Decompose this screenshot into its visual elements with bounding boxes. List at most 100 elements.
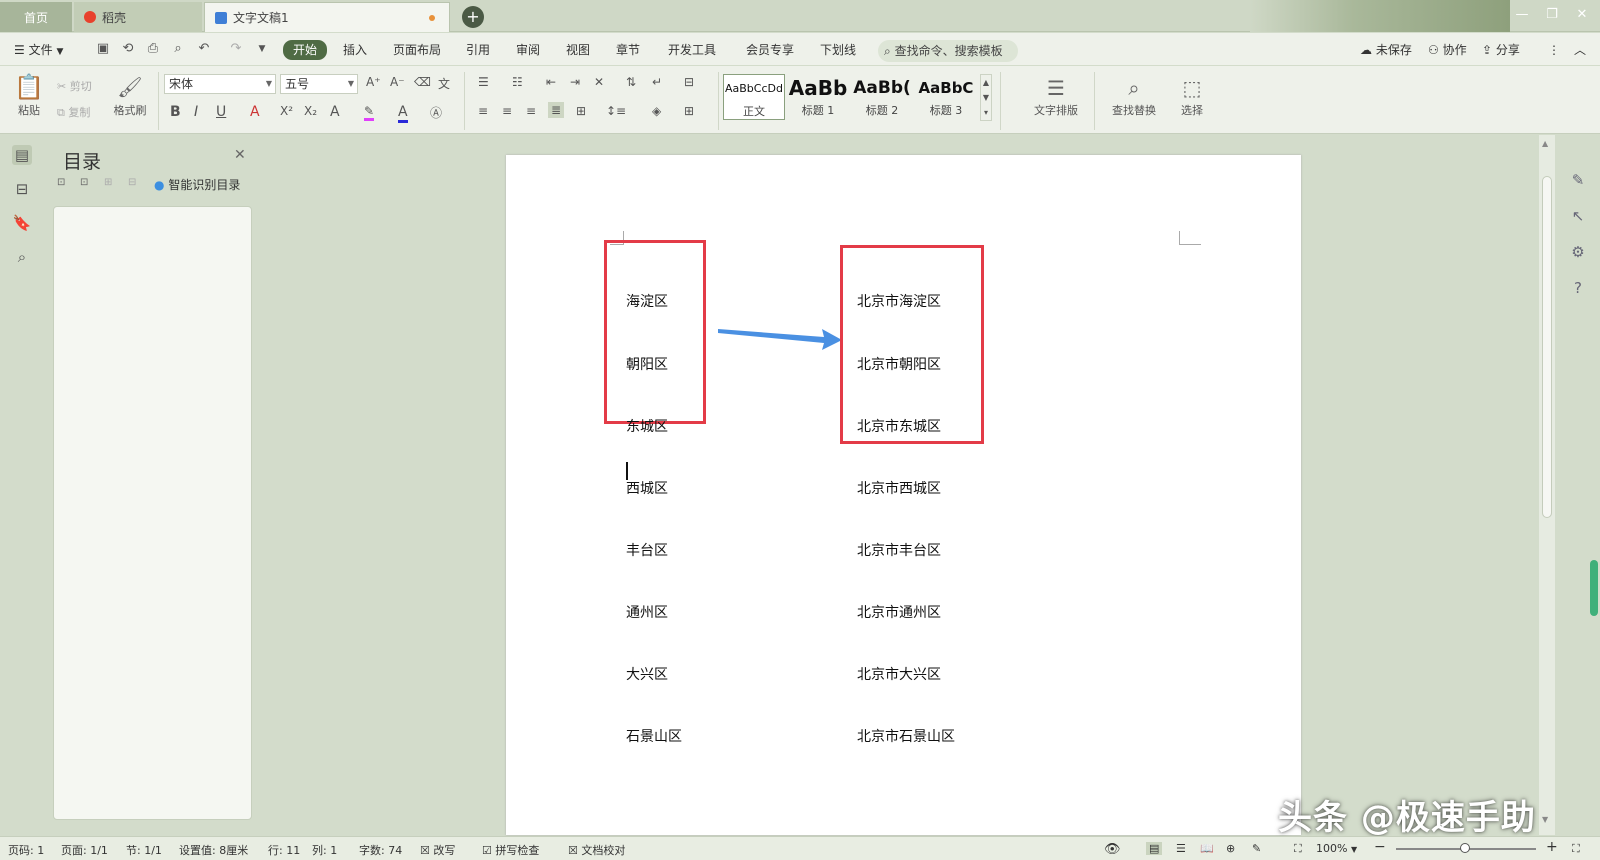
page-view-icon[interactable]: ▤	[1146, 842, 1163, 855]
restore-icon[interactable]: ❐	[1540, 7, 1564, 25]
left-district-list[interactable]: 海淀区 朝阳区 东城区 西城区 丰台区 通州区 大兴区 石景山区	[626, 251, 682, 789]
style-heading-1[interactable]: AaBb 标题 1	[787, 74, 849, 120]
close-icon[interactable]: ✕	[234, 147, 246, 163]
tab-review[interactable]: 审阅	[516, 41, 540, 59]
proofread-button[interactable]: ☒ 文档校对	[568, 842, 625, 858]
tab-insert[interactable]: 插入	[343, 41, 367, 59]
shading-icon[interactable]: ◈	[652, 104, 661, 118]
tab-start[interactable]: 开始	[283, 40, 328, 60]
align-center-icon[interactable]: ≡	[502, 104, 512, 118]
text-effect-icon[interactable]: A	[330, 104, 340, 120]
document-page[interactable]: 海淀区 朝阳区 东城区 西城区 丰台区 通州区 大兴区 石景山区 北京市海淀区 …	[506, 155, 1301, 835]
save-icon[interactable]: ▣	[95, 41, 111, 57]
right-district-list[interactable]: 北京市海淀区 北京市朝阳区 北京市东城区 北京市西城区 北京市丰台区 北京市通州…	[857, 251, 955, 789]
outdent-icon[interactable]: ⇤	[546, 75, 556, 89]
revise-toggle[interactable]: ☒ 改写	[420, 842, 455, 858]
style-heading-3[interactable]: AaBbC 标题 3	[915, 74, 977, 120]
align-left-icon[interactable]: ≡	[478, 104, 488, 118]
chapter-nav-icon[interactable]: ⊟	[12, 179, 32, 199]
find-replace-button[interactable]: ⌕ 查找替换	[1104, 74, 1164, 118]
command-search[interactable]: ⌕ 查找命令、搜索模板	[878, 40, 1018, 62]
collapse-ribbon-icon[interactable]: ︿	[1574, 41, 1586, 59]
status-setting[interactable]: 设置值: 8厘米	[179, 842, 248, 858]
superscript-icon[interactable]: X²	[280, 104, 293, 118]
tab-chapter[interactable]: 章节	[616, 41, 640, 59]
numbered-list-icon[interactable]: ☷	[512, 75, 523, 89]
tab-member[interactable]: 会员专享	[746, 41, 794, 59]
reading-view-icon[interactable]: 📖	[1200, 842, 1214, 855]
tab-daoke[interactable]: 稻壳	[74, 2, 202, 32]
tab-home[interactable]: 首页	[0, 2, 72, 32]
strikethrough-icon[interactable]: A	[250, 104, 260, 120]
pen-icon[interactable]: ✎	[1568, 170, 1588, 190]
bookmark-icon[interactable]: 🔖	[12, 213, 32, 233]
smart-toc-button[interactable]: ● 智能识别目录	[154, 176, 240, 193]
fullscreen-icon[interactable]: ⛶	[1572, 842, 1580, 856]
justify-icon[interactable]: ≣	[548, 102, 565, 118]
borders-icon[interactable]: ⊞	[684, 104, 694, 118]
format-painter-button[interactable]: 🖌 格式刷	[110, 72, 150, 118]
status-row[interactable]: 行: 11	[268, 842, 300, 858]
scroll-down-icon[interactable]: ▼	[1542, 815, 1548, 824]
indent-icon[interactable]: ⇥	[570, 75, 580, 89]
shrink-font-icon[interactable]: A⁻	[390, 75, 405, 89]
pointer-icon[interactable]: ↖	[1568, 206, 1588, 226]
help-icon[interactable]: ?	[1568, 278, 1588, 298]
char-border-icon[interactable]: Ⓐ	[430, 104, 442, 121]
style-normal[interactable]: AaBbCcDd 正文	[723, 74, 785, 120]
paste-button[interactable]: 📋 粘贴	[12, 72, 46, 118]
italic-icon[interactable]: I	[194, 104, 198, 120]
line-spacing-icon[interactable]: ↕≡	[606, 104, 626, 118]
phonetic-icon[interactable]: 文	[438, 75, 450, 92]
align-right-icon[interactable]: ≡	[526, 104, 536, 118]
add-heading-icon[interactable]: ⊞	[104, 177, 112, 188]
zoom-select[interactable]: 100% ▼	[1316, 842, 1357, 855]
status-page[interactable]: 页码: 1	[8, 842, 44, 858]
print-preview-icon[interactable]: ⌕	[170, 41, 186, 57]
minimize-icon[interactable]: —	[1510, 7, 1534, 25]
redo-icon[interactable]: ↷	[228, 41, 244, 57]
eye-protect-icon[interactable]: 👁	[1104, 842, 1121, 857]
more-icon[interactable]: ⋮	[1548, 41, 1560, 59]
side-expand-handle[interactable]	[1590, 560, 1598, 616]
tab-stops-icon[interactable]: ⊟	[684, 75, 694, 89]
font-size-select[interactable]: 五号 ▼	[280, 74, 358, 94]
style-gallery-scroll-icon[interactable]: ▲ ▼ ▾	[980, 74, 992, 121]
expand-all-icon[interactable]: ⊡	[57, 177, 65, 188]
print-icon[interactable]: ⎙	[145, 41, 161, 57]
tab-view[interactable]: 视图	[566, 41, 590, 59]
copy-button[interactable]: ⧉ 复制	[57, 104, 90, 120]
tab-references[interactable]: 引用	[466, 41, 490, 59]
underline-icon[interactable]: U	[216, 104, 226, 120]
close-window-icon[interactable]: ✕	[1570, 7, 1594, 25]
bullet-list-icon[interactable]: ☰	[478, 75, 489, 89]
settings-sliders-icon[interactable]: ⚙	[1568, 242, 1588, 262]
font-color-icon[interactable]: A	[398, 104, 408, 123]
fit-page-icon[interactable]: ⛶	[1294, 842, 1302, 856]
zoom-in-icon[interactable]: +	[1546, 839, 1558, 855]
web-view-icon[interactable]: ⊕	[1226, 842, 1235, 855]
style-heading-2[interactable]: AaBb( 标题 2	[851, 74, 913, 120]
tab-page-layout[interactable]: 页面布局	[393, 41, 441, 59]
subscript-icon[interactable]: X₂	[304, 104, 317, 118]
zoom-out-icon[interactable]: −	[1374, 839, 1386, 855]
bold-icon[interactable]: B	[170, 104, 181, 120]
toc-nav-icon[interactable]: ▤	[12, 145, 32, 165]
collapse-all-icon[interactable]: ⊡	[80, 177, 88, 188]
status-col[interactable]: 列: 1	[312, 842, 337, 858]
more-quick-icon[interactable]: ▼	[254, 41, 270, 57]
write-mode-icon[interactable]: ✎	[1252, 842, 1261, 855]
spell-check-button[interactable]: ☑ 拼写检查	[482, 842, 539, 858]
status-section[interactable]: 节: 1/1	[126, 842, 162, 858]
status-pages[interactable]: 页面: 1/1	[61, 842, 108, 858]
convert-icon[interactable]: ⟲	[120, 41, 136, 57]
status-words[interactable]: 字数: 74	[359, 842, 402, 858]
distribute-icon[interactable]: ⊞	[576, 104, 586, 118]
sort-icon[interactable]: ⇅	[626, 75, 636, 89]
zoom-slider-handle[interactable]	[1460, 843, 1470, 853]
scroll-up-icon[interactable]: ▲	[1542, 139, 1548, 148]
file-menu[interactable]: ☰ 文件 ▼	[14, 41, 63, 59]
outline-view-icon[interactable]: ☰	[1176, 842, 1186, 855]
search-icon[interactable]: ⌕	[12, 247, 32, 267]
highlight-icon[interactable]: ✎	[364, 104, 375, 121]
